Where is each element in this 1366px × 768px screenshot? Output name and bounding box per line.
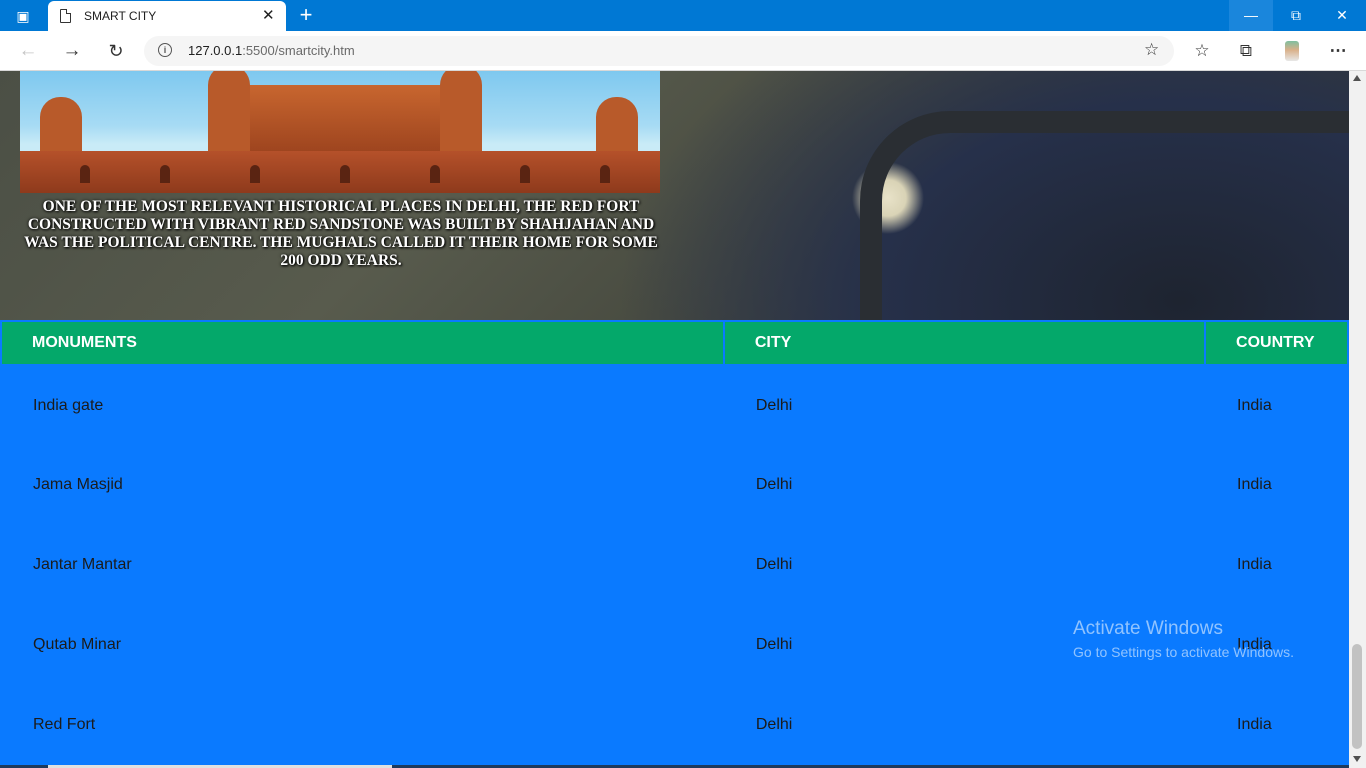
header-country: COUNTRY	[1204, 320, 1349, 366]
cell-city: Delhi	[723, 685, 1206, 765]
cell-country: India	[1205, 365, 1348, 445]
avatar[interactable]	[1279, 38, 1305, 64]
cell-monument: India gate	[1, 365, 724, 445]
red-fort-image	[20, 71, 660, 193]
table-header-row: MONUMENTS CITY COUNTRY	[0, 320, 1349, 366]
arrow-right-icon[interactable]: →	[58, 37, 86, 65]
url-text[interactable]: 127.0.0.1:5500/smartcity.htm	[188, 43, 355, 58]
cell-city: Delhi	[723, 365, 1206, 445]
fort-keep	[220, 85, 460, 155]
scroll-up-icon[interactable]	[1353, 75, 1361, 81]
cell-monument: Jama Masjid	[1, 445, 724, 525]
window-close-button[interactable]: ✕	[1320, 0, 1364, 31]
monuments-table: MONUMENTS CITY COUNTRY India gate Delhi …	[0, 320, 1349, 765]
browser-tab[interactable]: SMART CITY ✕	[48, 1, 286, 31]
favorites-icon[interactable]: ☆	[1189, 38, 1215, 64]
cell-monument: Jantar Mantar	[1, 525, 724, 605]
fort-arch	[600, 165, 610, 183]
fort-arch	[340, 165, 350, 183]
watermark-subtitle: Go to Settings to activate Windows.	[1073, 644, 1294, 660]
minimize-button[interactable]: —	[1229, 0, 1273, 31]
scroll-down-icon[interactable]	[1353, 756, 1361, 762]
star-plus-icon[interactable]: ☆	[1144, 40, 1159, 60]
cell-country: India	[1205, 445, 1348, 525]
cell-country: India	[1205, 685, 1348, 765]
restore-button[interactable]: ⧉	[1274, 0, 1318, 31]
fort-wall	[20, 151, 660, 193]
tab-title: SMART CITY	[84, 9, 157, 23]
fort-arch	[520, 165, 530, 183]
table-row: Jantar Mantar Delhi India	[1, 525, 1348, 605]
page-viewport: ONE OF THE MOST RELEVANT HISTORICAL PLAC…	[0, 71, 1349, 768]
tab-actions-icon[interactable]: ▣	[10, 6, 36, 26]
scrollbar-thumb[interactable]	[1352, 644, 1362, 749]
cell-city: Delhi	[723, 525, 1206, 605]
close-icon[interactable]: ✕	[262, 7, 275, 25]
table-row: Red Fort Delhi India	[1, 685, 1348, 765]
avatar-image	[1285, 41, 1299, 61]
fort-tower	[40, 97, 82, 155]
toolbar: ← → ↻ i 127.0.0.1:5500/smartcity.htm ☆ ☆…	[0, 31, 1366, 71]
fort-arch	[430, 165, 440, 183]
fort-arch	[160, 165, 170, 183]
header-city: CITY	[722, 320, 1207, 366]
cell-city: Delhi	[723, 445, 1206, 525]
header-monuments: MONUMENTS	[0, 320, 725, 366]
url-path: :5500/smartcity.htm	[242, 43, 355, 58]
cell-monument: Red Fort	[1, 685, 724, 765]
url-host: 127.0.0.1	[188, 43, 243, 58]
red-fort-caption: ONE OF THE MOST RELEVANT HISTORICAL PLAC…	[24, 198, 658, 269]
activate-windows-watermark: Activate Windows Go to Settings to activ…	[1073, 618, 1294, 660]
address-bar[interactable]: i 127.0.0.1:5500/smartcity.htm ☆	[144, 36, 1174, 66]
refresh-icon[interactable]: ↻	[102, 37, 130, 65]
cell-country: India	[1205, 525, 1348, 605]
collections-icon[interactable]: ⧉	[1233, 38, 1259, 64]
page-icon	[60, 9, 71, 23]
new-tab-button[interactable]: +	[295, 3, 317, 27]
info-icon[interactable]: i	[158, 43, 172, 57]
fort-tower	[208, 71, 250, 155]
watermark-title: Activate Windows	[1073, 618, 1223, 639]
arrow-left-icon[interactable]: ←	[14, 37, 42, 65]
cell-monument: Qutab Minar	[1, 605, 724, 685]
more-icon[interactable]: ⋯	[1325, 38, 1351, 64]
fort-arch	[80, 165, 90, 183]
hero-background: ONE OF THE MOST RELEVANT HISTORICAL PLAC…	[0, 71, 1349, 431]
fort-arch	[250, 165, 260, 183]
vertical-scrollbar[interactable]	[1349, 71, 1366, 768]
fort-tower	[596, 97, 638, 155]
table-row: Jama Masjid Delhi India	[1, 445, 1348, 525]
fort-tower	[440, 71, 482, 155]
table-row: India gate Delhi India	[1, 365, 1348, 445]
title-bar: ▣ SMART CITY ✕ + — ⧉ ✕	[0, 0, 1366, 31]
